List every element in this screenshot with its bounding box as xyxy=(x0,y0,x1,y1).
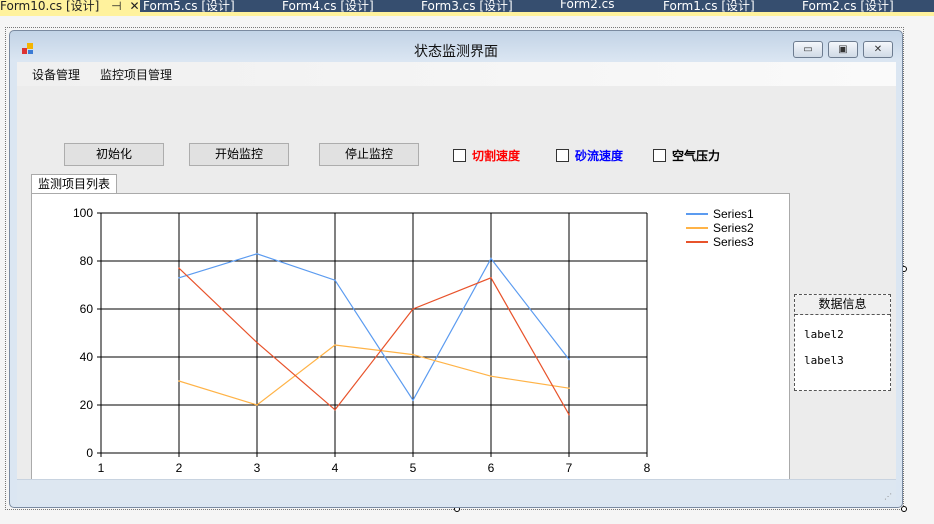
data-point xyxy=(334,344,336,346)
x-tick-label: 4 xyxy=(332,461,339,475)
legend-label: Series1 xyxy=(713,207,754,221)
menu-device-management[interactable]: 设备管理 xyxy=(32,66,80,83)
window-title: 状态监测界面 xyxy=(414,44,498,60)
y-tick-label: 0 xyxy=(86,446,93,460)
tab-monitor-item-list[interactable]: 监测项目列表 xyxy=(31,174,118,194)
checkbox-label: 砂流速度 xyxy=(575,149,624,163)
data-point xyxy=(490,375,492,377)
status-strip: ⋰ xyxy=(17,479,896,503)
data-point xyxy=(334,409,336,411)
y-tick-label: 20 xyxy=(80,398,94,412)
y-tick-label: 80 xyxy=(80,254,94,268)
data-point xyxy=(568,413,570,416)
series-line-2 xyxy=(178,344,570,406)
data-point xyxy=(256,253,258,255)
doc-tab[interactable]: Form2.cs xyxy=(560,0,615,11)
chart-panel: 1 2 3 4 5 6 7 8 0 20 40 60 80 100 Series1 Series2 Series… xyxy=(31,193,790,491)
data-point xyxy=(490,257,492,260)
tab-underline xyxy=(0,12,934,16)
x-tick-label: 1 xyxy=(98,461,105,475)
series-line-1 xyxy=(178,253,570,402)
label2: label2 xyxy=(804,328,844,341)
y-tick-label: 40 xyxy=(80,350,94,364)
cutting-speed-checkbox[interactable]: 切割速度 xyxy=(453,147,520,164)
start-monitor-button[interactable]: 开始监控 xyxy=(189,143,289,166)
y-tick-label: 60 xyxy=(80,302,94,316)
data-point xyxy=(412,308,414,310)
x-tick-label: 3 xyxy=(254,461,261,475)
data-point xyxy=(412,353,414,356)
resize-handle[interactable] xyxy=(901,506,907,512)
checkbox-label: 空气压力 xyxy=(672,149,721,163)
y-tick-label: 100 xyxy=(73,206,93,220)
data-point xyxy=(568,358,570,361)
stop-monitor-button[interactable]: 停止监控 xyxy=(319,143,419,166)
maximize-button[interactable]: ▣ xyxy=(828,41,858,58)
data-point xyxy=(412,399,414,401)
x-tick-label: 7 xyxy=(566,461,573,475)
data-point xyxy=(178,277,180,279)
init-button[interactable]: 初始化 xyxy=(64,143,164,166)
legend-label: Series3 xyxy=(713,235,754,249)
group-title: 数据信息 xyxy=(795,295,890,315)
data-point xyxy=(490,277,492,279)
label3: label3 xyxy=(804,354,844,367)
close-button[interactable]: ✕ xyxy=(863,41,893,58)
x-tick-label: 6 xyxy=(488,461,495,475)
menu-monitor-item-management[interactable]: 监控项目管理 xyxy=(100,66,172,83)
form-window: 状态监测界面 ▭ ▣ ✕ 设备管理 监控项目管理 初始化 开始监控 停止监控 切… xyxy=(9,30,903,508)
legend-label: Series2 xyxy=(713,221,754,235)
data-point xyxy=(178,267,180,269)
line-chart: 1 2 3 4 5 6 7 8020406080100 Series1Series2Series… xyxy=(73,206,754,475)
data-point xyxy=(256,341,258,344)
x-tick-label: 5 xyxy=(410,461,417,475)
air-pressure-checkbox[interactable]: 空气压力 xyxy=(653,147,720,164)
x-tick-label: 2 xyxy=(176,461,183,475)
data-point xyxy=(334,279,336,281)
sand-flow-checkbox[interactable]: 砂流速度 xyxy=(556,147,623,164)
minimize-button[interactable]: ▭ xyxy=(793,41,823,58)
menu-bar: 设备管理 监控项目管理 xyxy=(17,62,896,86)
document-tabs: Form10.cs [设计] ⊣ ✕ Form5.cs [设计] Form4.c… xyxy=(0,0,934,13)
x-tick-label: 8 xyxy=(644,461,651,475)
data-point xyxy=(256,404,258,406)
checkbox-label: 切割速度 xyxy=(472,149,521,163)
client-area: 设备管理 监控项目管理 初始化 开始监控 停止监控 切割速度 砂流速度 空气压力… xyxy=(17,62,896,503)
series-line-3 xyxy=(178,267,570,415)
data-point xyxy=(568,387,570,389)
resize-grip-icon[interactable]: ⋰ xyxy=(884,492,892,501)
data-point xyxy=(178,380,180,382)
data-info-group: 数据信息 label2 label3 xyxy=(794,294,891,391)
